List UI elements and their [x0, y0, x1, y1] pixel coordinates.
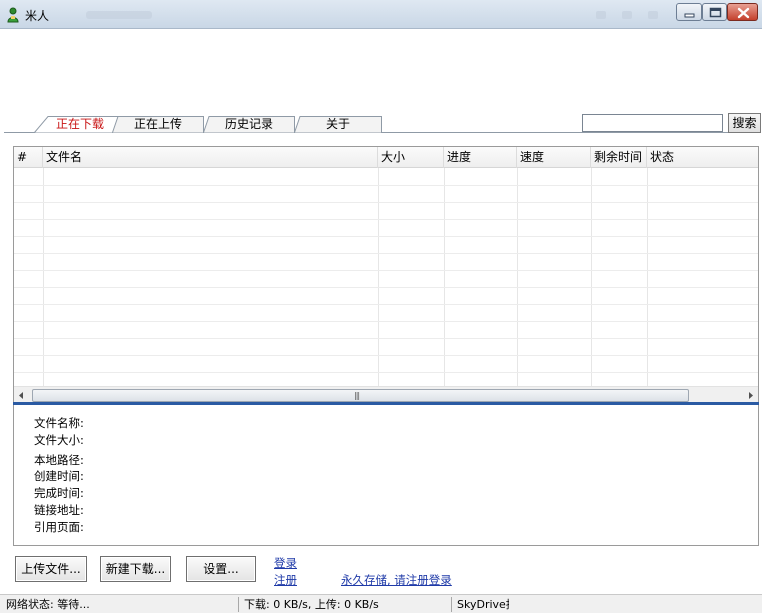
column-divider	[517, 168, 518, 386]
row-gridline	[14, 202, 758, 203]
new-download-button[interactable]: 新建下载...	[100, 556, 171, 582]
row-gridline	[14, 355, 758, 356]
minimize-icon	[684, 13, 695, 18]
settings-button[interactable]: 设置...	[186, 556, 256, 582]
row-gridline	[14, 236, 758, 237]
row-gridline	[14, 372, 758, 373]
search-button[interactable]: 搜索	[728, 113, 761, 133]
title-bar[interactable]: 米人	[0, 0, 762, 29]
list-header: # 文件名 大小 进度 速度 剩余时间 状态	[14, 147, 758, 168]
row-gridline	[14, 253, 758, 254]
maximize-button[interactable]	[702, 3, 727, 21]
tab-history[interactable]: 历史记录	[203, 116, 295, 133]
register-promo-link[interactable]: 永久存储, 请注册登录	[341, 572, 452, 588]
row-gridline	[14, 287, 758, 288]
column-header-status[interactable]: 状态	[647, 147, 758, 168]
detail-label-file-name: 文件名称:	[34, 416, 84, 430]
column-header-filename[interactable]: 文件名	[43, 147, 378, 168]
tab-label: 历史记录	[224, 117, 273, 131]
detail-label-file-size: 文件大小:	[34, 433, 84, 447]
horizontal-scrollbar[interactable]: |||	[14, 386, 758, 403]
scroll-left-arrow-icon[interactable]	[17, 391, 25, 400]
row-gridline	[14, 270, 758, 271]
blurred-title-text	[86, 11, 152, 19]
column-divider	[444, 168, 445, 386]
app-person-icon	[7, 7, 19, 23]
ghost-caption-mark	[596, 11, 606, 19]
scroll-right-arrow-icon[interactable]	[747, 391, 755, 400]
tab-about[interactable]: 关于	[294, 116, 382, 133]
row-gridline	[14, 219, 758, 220]
maximize-icon	[709, 7, 722, 18]
detail-label-local-path: 本地路径:	[34, 453, 84, 467]
column-header-progress[interactable]: 进度	[444, 147, 517, 168]
detail-label-link-address: 链接地址:	[34, 503, 84, 517]
close-button[interactable]	[727, 3, 758, 21]
status-bar: 网络状态: 等待... 下载: 0 KB/s, 上传: 0 KB/s SkyDr…	[0, 594, 762, 613]
close-icon	[737, 7, 750, 19]
ghost-caption-mark	[648, 11, 658, 19]
scrollbar-grip: |||	[354, 391, 360, 400]
network-status: 网络状态: 等待...	[6, 598, 90, 611]
tab-label: 正在下载	[55, 117, 104, 131]
column-divider	[378, 168, 379, 386]
row-gridline	[14, 321, 758, 322]
column-header-index[interactable]: #	[14, 147, 43, 168]
row-gridline	[14, 338, 758, 339]
service-status: SkyDrive批	[457, 598, 509, 611]
column-divider	[647, 168, 648, 386]
column-header-remaining[interactable]: 剩余时间	[591, 147, 647, 168]
download-list[interactable]: # 文件名 大小 进度 速度 剩余时间 状态 |||	[13, 146, 759, 404]
login-link[interactable]: 登录	[274, 555, 297, 571]
detail-label-referer-page: 引用页面:	[34, 520, 84, 534]
tab-label: 正在上传	[133, 117, 182, 131]
file-details-panel: 文件名称: 文件大小: 本地路径: 创建时间: 完成时间: 链接地址: 引用页面…	[13, 405, 759, 546]
scrollbar-thumb[interactable]: |||	[32, 389, 689, 402]
tab-uploading[interactable]: 正在上传	[112, 116, 204, 133]
status-divider	[451, 597, 452, 612]
row-gridline	[14, 185, 758, 186]
search-input[interactable]	[582, 114, 723, 132]
status-divider	[238, 597, 239, 612]
detail-label-created-time: 创建时间:	[34, 469, 84, 483]
detail-label-completed-time: 完成时间:	[34, 486, 84, 500]
ghost-caption-mark	[622, 11, 632, 19]
column-divider	[43, 168, 44, 386]
banner-area	[4, 30, 758, 112]
transfer-speed-status: 下载: 0 KB/s, 上传: 0 KB/s	[244, 598, 379, 611]
column-divider	[591, 168, 592, 386]
tab-label: 关于	[325, 117, 350, 131]
minimize-button[interactable]	[676, 3, 702, 21]
register-link[interactable]: 注册	[274, 572, 297, 588]
window-title: 米人	[25, 9, 50, 23]
row-gridline	[14, 304, 758, 305]
column-header-size[interactable]: 大小	[378, 147, 444, 168]
upload-file-button[interactable]: 上传文件...	[15, 556, 87, 582]
column-header-speed[interactable]: 速度	[517, 147, 591, 168]
